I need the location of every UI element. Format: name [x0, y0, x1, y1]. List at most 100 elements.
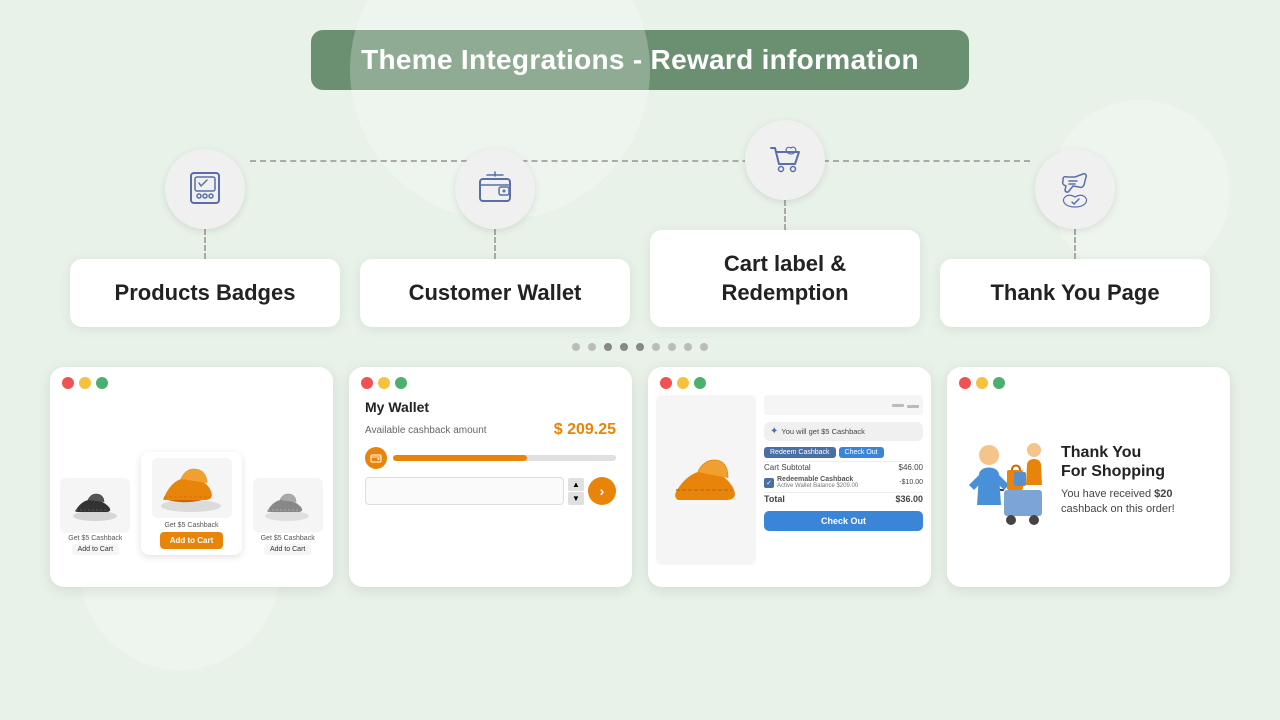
cart-content: ✦ You will get $5 Cashback Redeem Cashba… — [648, 395, 931, 573]
dot-8 — [684, 343, 692, 351]
checkout-btn-top[interactable]: Check Out — [839, 447, 884, 458]
products-badges-icon-circle — [165, 149, 245, 229]
cart-menu-icon-2 — [907, 405, 919, 408]
subtotal-label: Cart Subtotal — [764, 463, 811, 472]
thankyou-content: Thank YouFor Shopping You have received … — [947, 395, 1230, 565]
cart-label-icon-circle — [745, 120, 825, 200]
shoe-item-1: Get $5 Cashback Add to Cart — [58, 478, 133, 555]
wallet-progress-bar — [393, 455, 616, 461]
thankyou-illustration — [959, 430, 1049, 530]
thank-icon — [1055, 169, 1095, 209]
cart-menu-icon — [892, 404, 904, 407]
feature-thank-you: Thank You Page — [940, 149, 1210, 328]
close-dot-4 — [959, 377, 971, 389]
window-chrome-3 — [648, 367, 931, 395]
bottom-previews: Get $5 Cashback Add to Cart G — [40, 367, 1240, 587]
cart-top-actions — [764, 395, 923, 415]
wallet-input-row: ▲ ▼ › — [365, 477, 616, 505]
wallet-label: Available cashback amount — [365, 425, 487, 436]
vert-connector-1 — [204, 229, 206, 259]
dot-4 — [620, 343, 628, 351]
window-chrome-2 — [349, 367, 632, 395]
shoe-badge-1: Get $5 Cashback — [68, 535, 122, 542]
add-to-cart-small-3[interactable]: Add to Cart — [264, 544, 311, 555]
shoe-item-featured: Get $5 Cashback Add to Cart — [141, 452, 243, 555]
dots-indicator — [40, 343, 1240, 351]
wallet-icon — [475, 169, 515, 209]
thankyou-amount: $20 — [1154, 488, 1172, 500]
cart-subtotal-row: Cart Subtotal $46.00 — [764, 461, 923, 473]
dot-7 — [668, 343, 676, 351]
checkout-big-btn[interactable]: Check Out — [764, 511, 923, 531]
add-to-cart-small-1[interactable]: Add to Cart — [72, 544, 119, 555]
feature-customer-wallet: Customer Wallet — [360, 149, 630, 328]
wallet-mini-icon — [370, 452, 382, 464]
wallet-apply-btn[interactable]: › — [588, 477, 616, 505]
redemption-value: -$10.00 — [899, 479, 923, 486]
cart-preview: ✦ You will get $5 Cashback Redeem Cashba… — [648, 367, 931, 587]
wallet-balance-row: Available cashback amount $ 209.25 — [365, 421, 616, 439]
close-dot-3 — [660, 377, 672, 389]
subtotal-value: $46.00 — [899, 463, 923, 472]
vert-connector-3 — [784, 200, 786, 230]
feature-products-badges: Products Badges — [70, 149, 340, 328]
customer-wallet-icon-circle — [455, 149, 535, 229]
thank-you-icon-circle — [1035, 149, 1115, 229]
cart-product-image — [656, 395, 756, 565]
redemption-info: Redeemable Cashback Active Wallet Balanc… — [777, 476, 858, 489]
thankyou-svg — [959, 430, 1049, 530]
cashback-msg: You will get $5 Cashback — [781, 427, 865, 436]
wallet-bar-row — [365, 447, 616, 469]
max-dot-2 — [395, 377, 407, 389]
min-dot-3 — [677, 377, 689, 389]
cashback-label-featured: Get $5 Cashback — [164, 522, 218, 529]
customer-wallet-card: Customer Wallet — [360, 259, 630, 328]
min-dot-4 — [976, 377, 988, 389]
gray-shoe-svg — [260, 488, 315, 523]
page-container: Theme Integrations - Reward information … — [0, 0, 1280, 720]
dark-shoe-svg — [68, 488, 123, 523]
dot-6 — [652, 343, 660, 351]
cart-right-panel: ✦ You will get $5 Cashback Redeem Cashba… — [764, 395, 923, 565]
dot-3 — [604, 343, 612, 351]
cart-shoe-svg — [666, 450, 746, 510]
max-dot-4 — [993, 377, 1005, 389]
products-badges-preview: Get $5 Cashback Add to Cart G — [50, 367, 333, 587]
redemption-label: Redeemable Cashback — [777, 476, 858, 483]
dot-9 — [700, 343, 708, 351]
stepper-down[interactable]: ▼ — [568, 492, 584, 505]
total-value: $36.00 — [895, 494, 923, 504]
shoe-item-3: Get $5 Cashback Add to Cart — [250, 478, 325, 555]
shoe-badge-3: Get $5 Cashback — [261, 535, 315, 542]
redemption-sub: Active Wallet Balance $209.00 — [777, 483, 858, 489]
window-chrome-1 — [50, 367, 333, 395]
thank-you-preview: Thank YouFor Shopping You have received … — [947, 367, 1230, 587]
close-dot-2 — [361, 377, 373, 389]
feature-cart-label: Cart label &Redemption — [650, 120, 920, 327]
cart-action-btns: Redeem Cashback Check Out — [764, 447, 923, 458]
max-dot-3 — [694, 377, 706, 389]
wallet-progress-fill — [393, 455, 527, 461]
thankyou-text: Thank YouFor Shopping You have received … — [1061, 443, 1218, 518]
cashback-star-icon: ✦ — [770, 426, 778, 437]
cart-total-row: Total $36.00 — [764, 492, 923, 505]
orange-shoe-svg — [154, 463, 229, 513]
stepper-up[interactable]: ▲ — [568, 478, 584, 491]
add-to-cart-featured[interactable]: Add to Cart — [160, 532, 224, 549]
thank-you-card: Thank You Page — [940, 259, 1210, 328]
customer-wallet-label: Customer Wallet — [409, 280, 582, 305]
shoe-img-3 — [253, 478, 323, 533]
wallet-input[interactable] — [365, 477, 564, 505]
min-dot-2 — [378, 377, 390, 389]
cart-label-text: Cart label &Redemption — [721, 251, 848, 305]
badge-icon — [185, 169, 225, 209]
products-badges-card: Products Badges — [70, 259, 340, 328]
wallet-small-icon — [365, 447, 387, 469]
dot-2 — [588, 343, 596, 351]
wallet-title: My Wallet — [365, 399, 616, 415]
cashback-bubble: ✦ You will get $5 Cashback — [764, 422, 923, 441]
redemption-checkbox[interactable]: ✓ — [764, 478, 774, 488]
wallet-amount: $ 209.25 — [554, 421, 616, 439]
redeem-cashback-btn[interactable]: Redeem Cashback — [764, 447, 836, 458]
vert-connector-2 — [494, 229, 496, 259]
